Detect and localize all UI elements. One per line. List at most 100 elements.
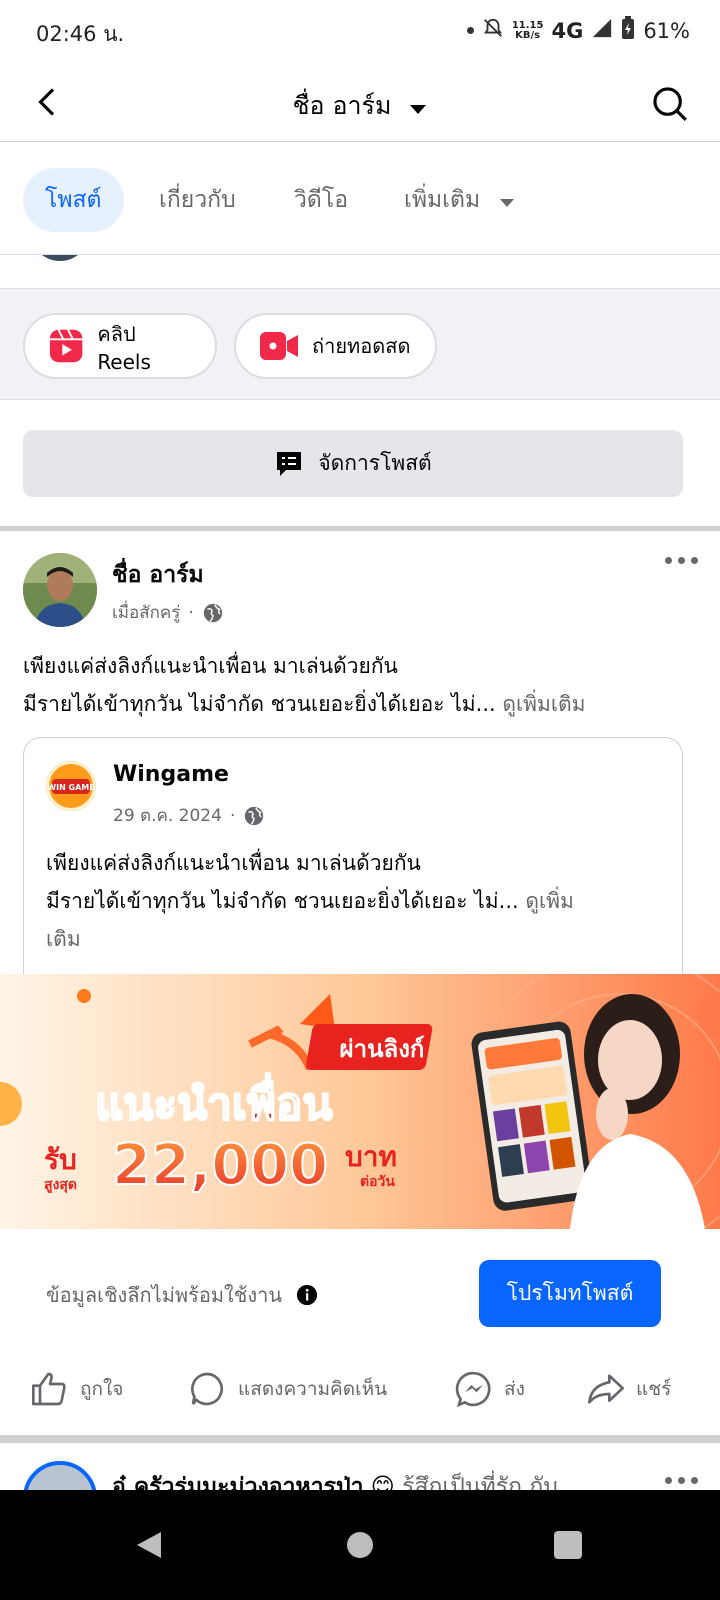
- insights-status: ข้อมูลเชิงลึกไม่พร้อมใช้งาน: [46, 1279, 318, 1311]
- banner-receive: รับ: [44, 1143, 77, 1176]
- battery-icon: [621, 16, 635, 45]
- post-more-button[interactable]: [665, 1477, 698, 1484]
- shared-date: 29 ต.ค. 2024: [113, 806, 222, 826]
- caret-down-icon: [499, 169, 515, 233]
- comment-icon: [191, 1372, 223, 1406]
- reels-button[interactable]: คลิป Reels: [23, 313, 217, 379]
- comment-button[interactable]: แสดงความคิดเห็น: [188, 1369, 387, 1409]
- avatar: [30, 255, 90, 261]
- shared-text: เพียงแค่ส่งลิงก์แนะนำเพื่อน มาเล่นด้วยกั…: [46, 844, 676, 958]
- feed-post: ชื่อ อาร์ม เมื่อสักครู่ · เพียงแค่ส่งลิง…: [0, 531, 720, 1435]
- globe-icon: [203, 603, 222, 622]
- post-meta: เมื่อสักครู่ ·: [112, 599, 224, 626]
- shared-text-line: เพียงแค่ส่งลิงก์แนะนำเพื่อน มาเล่นด้วยกั…: [46, 851, 421, 875]
- banner-max: สูงสุด: [44, 1177, 77, 1193]
- mute-bell-icon: [482, 17, 504, 44]
- tab-more[interactable]: เพิ่มเติม: [382, 168, 537, 232]
- tab-about[interactable]: เกี่ยวกับ: [137, 168, 258, 232]
- app-bar: ชื่อ อาร์ม: [0, 64, 720, 142]
- nav-recents-button[interactable]: [535, 1512, 601, 1578]
- see-more-link-cont[interactable]: เติม: [46, 920, 676, 958]
- battery-level: 61%: [643, 18, 690, 43]
- post-actions: ถูกใจ แสดงความคิดเห็น ส่ง แชร์: [0, 1355, 720, 1435]
- nav-home-button[interactable]: [327, 1512, 393, 1578]
- banner-amount: 22,000: [112, 1133, 328, 1198]
- manage-posts-button[interactable]: จัดการโพสต์: [23, 430, 683, 497]
- search-button[interactable]: [646, 80, 694, 128]
- globe-icon: [245, 806, 264, 825]
- status-time: 02:46 น.: [36, 22, 125, 46]
- shared-page-name[interactable]: Wingame: [113, 762, 229, 787]
- tab-more-label: เพิ่มเติม: [404, 187, 481, 213]
- create-bar: คลิป Reels ถ่ายทอดสด: [0, 288, 720, 400]
- dot-icon: [691, 1477, 698, 1484]
- nav-back-button[interactable]: [116, 1512, 182, 1578]
- post-text: เพียงแค่ส่งลิงก์แนะนำเพื่อน มาเล่นด้วยกั…: [23, 647, 703, 723]
- post-author[interactable]: ชื่อ อาร์ม: [112, 557, 204, 593]
- post-more-button[interactable]: [665, 557, 698, 564]
- section-divider: [0, 1435, 720, 1443]
- scrolled-composer: [0, 254, 720, 288]
- status-icons: 11.15 KB/s 4G 61%: [466, 16, 690, 45]
- like-label: ถูกใจ: [80, 1378, 124, 1400]
- dot-icon: [665, 557, 672, 564]
- net-speed-unit: KB/s: [515, 29, 541, 41]
- tab-posts[interactable]: โพสต์: [23, 168, 124, 232]
- info-icon[interactable]: [296, 1284, 318, 1306]
- shared-text-line: มีรายได้เข้าทุกวัน ไม่จำกัด ชวนเยอะยิ่งไ…: [46, 889, 519, 913]
- banner-per-day: ต่อวัน: [360, 1174, 395, 1190]
- see-more-link[interactable]: ดูเพิ่มเติม: [502, 692, 585, 716]
- recents-square-icon: [554, 1531, 582, 1559]
- share-label: แชร์: [636, 1378, 672, 1400]
- post-time: เมื่อสักครู่: [112, 603, 181, 623]
- see-more-link[interactable]: ดูเพิ่ม: [525, 889, 574, 913]
- meta-separator: ·: [188, 602, 194, 623]
- insights-row: ข้อมูลเชิงลึกไม่พร้อมใช้งาน โปรโมทโพสต์: [0, 1229, 720, 1355]
- dot-icon: [678, 557, 685, 564]
- share-button[interactable]: แชร์: [586, 1369, 671, 1409]
- share-arrow-icon: [588, 1374, 624, 1404]
- net-speed: 11.15 KB/s: [512, 20, 544, 41]
- system-nav-bar: [0, 1490, 720, 1600]
- live-button[interactable]: ถ่ายทอดสด: [234, 313, 437, 379]
- profile-tabs: โพสต์ เกี่ยวกับ วิดีโอ เพิ่มเติม: [0, 142, 720, 254]
- dot-icon: [665, 1477, 672, 1484]
- manage-posts-section: จัดการโพสต์: [0, 400, 720, 526]
- post-text-line: เพียงแค่ส่งลิงก์แนะนำเพื่อน มาเล่นด้วยกั…: [23, 654, 398, 678]
- shared-meta: 29 ต.ค. 2024 ·: [113, 802, 265, 829]
- dot-icon: [678, 1477, 685, 1484]
- reels-icon: [49, 329, 83, 363]
- wingame-logo: WIN GAME: [46, 761, 96, 811]
- chat-list-icon: [277, 451, 302, 476]
- reels-label: คลิป Reels: [97, 322, 151, 374]
- author-avatar[interactable]: [23, 553, 97, 627]
- back-triangle-icon: [137, 1532, 161, 1558]
- status-bar: 02:46 น. 11.15 KB/s 4G 61%: [0, 0, 720, 64]
- shared-post-card[interactable]: WIN GAME Wingame 29 ต.ค. 2024 · เพียงแค่…: [23, 737, 683, 987]
- messenger-icon: [455, 1371, 491, 1408]
- send-label: ส่ง: [504, 1378, 525, 1400]
- signal-icon: [591, 17, 613, 44]
- thumbs-up-icon: [32, 1372, 66, 1406]
- banner-tag: ผ่านลิงก์: [340, 1035, 425, 1063]
- manage-posts-label: จัดการโพสต์: [318, 451, 432, 475]
- promote-post-button[interactable]: โปรโมทโพสต์: [479, 1260, 661, 1327]
- profile-name-dropdown[interactable]: ชื่อ อาร์ม: [0, 86, 720, 126]
- network-type: 4G: [551, 18, 584, 43]
- banner-headline: แนะนำเพื่อน: [95, 1073, 332, 1130]
- search-icon: [653, 87, 687, 121]
- video-camera-icon: [260, 332, 298, 360]
- comment-label: แสดงความคิดเห็น: [238, 1378, 388, 1400]
- logo-text: WIN GAME: [47, 783, 94, 792]
- post-text-line: มีรายได้เข้าทุกวัน ไม่จำกัด ชวนเยอะยิ่งไ…: [23, 692, 496, 716]
- dot-icon: [466, 27, 474, 34]
- like-button[interactable]: ถูกใจ: [30, 1369, 123, 1409]
- send-button[interactable]: ส่ง: [454, 1369, 525, 1409]
- insights-label: ข้อมูลเชิงลึกไม่พร้อมใช้งาน: [46, 1283, 283, 1307]
- promo-banner-image[interactable]: ผ่านลิงก์ แนะนำเพื่อน รับ สูงสุด 22,000 …: [0, 974, 720, 1229]
- banner-currency: บาท: [345, 1140, 397, 1173]
- dot-icon: [691, 557, 698, 564]
- home-circle-icon: [347, 1532, 373, 1558]
- live-label: ถ่ายทอดสด: [312, 334, 411, 358]
- tab-videos[interactable]: วิดีโอ: [272, 168, 370, 232]
